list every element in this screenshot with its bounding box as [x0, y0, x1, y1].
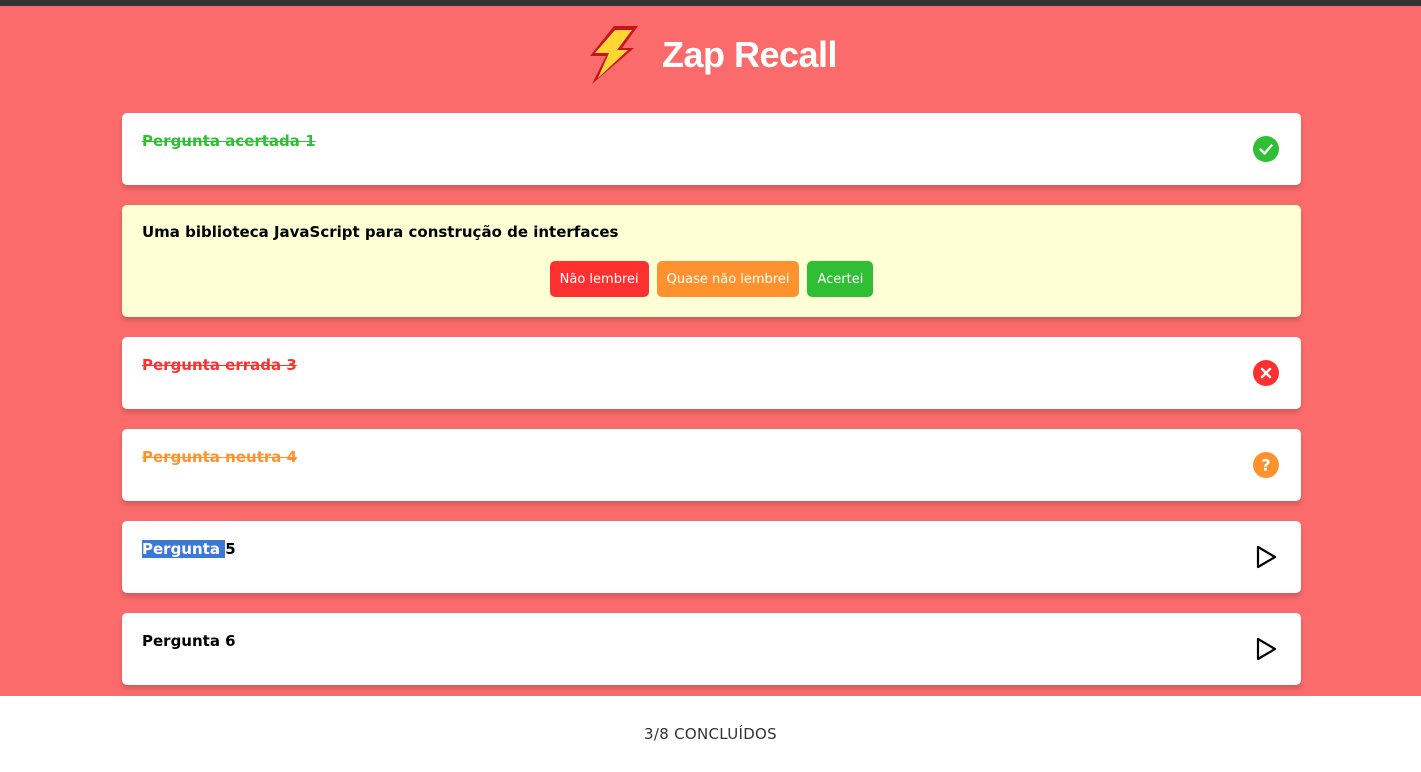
check-circle-icon — [1253, 136, 1279, 162]
flashcard-1: Pergunta acertada 1 — [122, 113, 1301, 185]
selected-text: Pergunta — [142, 540, 226, 558]
flashcard-4: Pergunta neutra 4 ? — [122, 429, 1301, 501]
svg-text:?: ? — [1261, 456, 1270, 475]
answer-buttons: Não lembrei Quase não lembrei Acertei — [122, 261, 1301, 297]
play-icon[interactable] — [1253, 636, 1279, 662]
flashcard-label: Pergunta 5 — [142, 539, 236, 559]
flashcard-label: Pergunta neutra 4 — [142, 448, 298, 466]
flashcard-label: Pergunta 6 — [142, 632, 236, 650]
flashcard-answer-text: Uma biblioteca JavaScript para construçã… — [142, 223, 619, 241]
play-icon[interactable] — [1253, 544, 1279, 570]
window-top-bar — [0, 0, 1421, 6]
almost-forgot-button[interactable]: Quase não lembrei — [656, 261, 800, 297]
footer-progress: 3/8 CONCLUÍDOS — [0, 696, 1421, 772]
flashcard-label: Pergunta errada 3 — [142, 356, 297, 374]
flashcard-3: Pergunta errada 3 — [122, 337, 1301, 409]
flashcard-5[interactable]: Pergunta 5 — [122, 521, 1301, 593]
flashcard-2-answer: Uma biblioteca JavaScript para construçã… — [122, 205, 1301, 317]
progress-text: 3/8 CONCLUÍDOS — [644, 725, 777, 743]
help-circle-icon: ? — [1253, 452, 1279, 478]
lightning-bolt-icon — [589, 26, 638, 84]
flashcard-label: Pergunta acertada 1 — [142, 132, 316, 150]
flashcard-label-number: 5 — [225, 540, 236, 558]
close-circle-icon — [1253, 360, 1279, 386]
app-title: Zap Recall — [661, 34, 838, 75]
app-logo: Zap Recall — [0, 22, 1421, 88]
flashcard-6[interactable]: Pergunta 6 — [122, 613, 1301, 685]
forgot-button[interactable]: Não lembrei — [549, 261, 649, 297]
correct-button[interactable]: Acertei — [807, 261, 874, 297]
